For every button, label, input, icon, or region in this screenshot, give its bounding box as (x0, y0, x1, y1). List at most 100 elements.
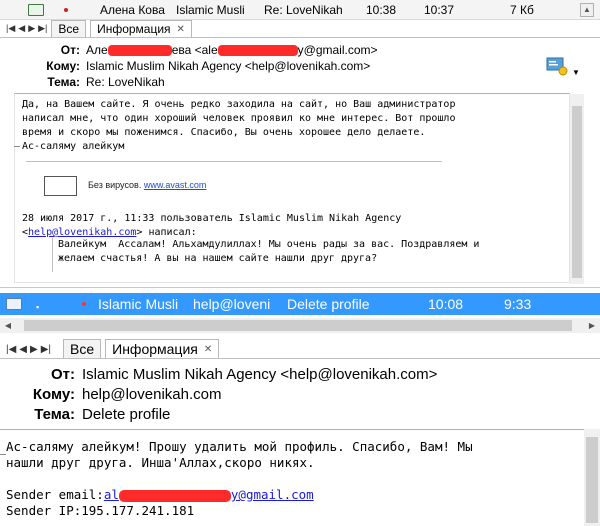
quote-marker (14, 146, 20, 147)
sender-email-label: Sender email: (6, 487, 104, 502)
close-icon[interactable]: ✕ (177, 24, 185, 35)
message-body: Ас-саляму алейкум! Прошу удалить мой про… (6, 439, 473, 519)
tab-nav-arrows[interactable]: |◀ ◀ ▶ ▶| (0, 23, 47, 34)
last-icon[interactable]: ▶| (41, 344, 51, 355)
tab-all[interactable]: Все (63, 339, 102, 358)
quote-author-email-link[interactable]: help@lovenikah.com (28, 227, 136, 238)
message-list-row-selected[interactable]: ▪ Islamic Musli help@loveni Delete profi… (0, 293, 600, 315)
sender-email-line: Sender email:al y@gmail.com (6, 487, 473, 503)
to-row: Кому: help@lovenikah.com (0, 386, 222, 406)
red-dot-icon (82, 302, 86, 306)
red-dot-icon (64, 8, 68, 12)
tab-info-label: Информация (97, 22, 171, 36)
tab-all-label: Все (58, 22, 80, 36)
body-line: Да, на Вашем сайте. Я очень редко заходи… (22, 99, 456, 110)
body-scrollbar[interactable] (570, 94, 584, 284)
subject-label: Тема: (34, 406, 75, 423)
message-window-1: Алена Кова Islamic Musli Re: LoveNikah 1… (0, 0, 600, 286)
first-icon[interactable]: |◀ (6, 344, 16, 355)
list-from-address: help@loveni (193, 296, 271, 312)
quote-header-after: > написал: (136, 227, 197, 238)
message-window-2: ▪ Islamic Musli help@loveni Delete profi… (0, 287, 600, 526)
body-line: время и скоро мы поженимся. Спасибо, Вы … (22, 127, 426, 138)
to-row: Кому: Islamic Muslim Nikah Agency <help@… (0, 59, 370, 75)
quoted-text: Валейкум Ассалам! Альхамдулиллах! Мы оче… (58, 238, 479, 266)
scrollbar-thumb[interactable] (586, 437, 598, 523)
to-label: Кому: (46, 59, 80, 73)
sender-email-end: y@gmail.com (230, 487, 314, 502)
redaction-mark (107, 45, 172, 57)
scrollbar-thumb[interactable] (24, 320, 572, 331)
prev-icon[interactable]: ◀ (18, 23, 25, 34)
last-icon[interactable]: ▶| (38, 23, 47, 34)
next-icon[interactable]: ▶ (30, 344, 38, 355)
prev-icon[interactable]: ◀ (19, 344, 27, 355)
list-sender: Алена Кова (100, 3, 165, 17)
to-value: Islamic Muslim Nikah Agency <help@loveni… (86, 59, 371, 73)
next-icon[interactable]: ▶ (28, 23, 35, 34)
quote-header: 28 июля 2017 г., 11:33 пользователь Isla… (22, 212, 401, 240)
from-suffix: y@gmail.com> (297, 43, 378, 57)
from-value: Але ева <ale y@gmail.com> (86, 43, 378, 59)
contact-card-icon[interactable] (546, 56, 568, 76)
list-subject: Re: LoveNikah (264, 3, 343, 17)
scroll-left-icon[interactable]: ◀ (0, 318, 16, 333)
subject-row: Тема: Re: LoveNikah (0, 75, 165, 91)
tab-bar: |◀ ◀ ▶ ▶| Все Информация ✕ (0, 20, 600, 38)
redaction-mark (118, 489, 231, 502)
first-icon[interactable]: |◀ (6, 23, 15, 34)
to-value: help@lovenikah.com (82, 386, 222, 403)
from-middle: ева <ale (171, 43, 218, 57)
scroll-right-icon[interactable]: ▶ (584, 318, 600, 333)
from-label: От: (60, 43, 80, 57)
chevron-down-icon[interactable]: ▼ (572, 68, 580, 77)
list-recipient: Islamic Musli (176, 3, 245, 17)
body-line: Ас-саляму алейкум (22, 141, 125, 152)
redaction-mark (217, 45, 298, 57)
scrollbar-thumb[interactable] (572, 106, 582, 278)
subject-label: Тема: (47, 75, 80, 89)
list-sender: Islamic Musli (98, 296, 179, 312)
sender-email-link[interactable]: al y@gmail.com (104, 487, 314, 502)
list-time-received: 10:37 (424, 3, 455, 17)
subject-value: Delete profile (82, 406, 171, 423)
close-icon[interactable]: ✕ (204, 344, 212, 355)
tab-all-label: Все (70, 341, 95, 357)
signature-divider (26, 161, 442, 162)
from-label: От: (50, 366, 75, 383)
horizontal-scrollbar[interactable]: ◀ ▶ (0, 318, 600, 333)
tab-info[interactable]: Информация ✕ (105, 339, 220, 358)
from-value: Islamic Muslim Nikah Agency <help@loveni… (82, 366, 438, 383)
quote-marker (0, 454, 6, 455)
list-size: 7 Кб (510, 3, 534, 17)
avast-prefix: Без вирусов. (88, 180, 144, 190)
tab-info-label: Информация (112, 341, 198, 357)
list-time-sent: 10:38 (366, 3, 397, 17)
quote-line: Валейкум Ассалам! Альхамдулиллах! Мы оче… (58, 239, 480, 250)
tab-info[interactable]: Информация ✕ (90, 20, 192, 37)
dotted-marker: ▪ (36, 302, 40, 312)
subject-value: Re: LoveNikah (86, 75, 165, 89)
tab-bar: |◀ ◀ ▶ ▶| Все Информация ✕ (0, 339, 600, 359)
avast-notice: Без вирусов. www.avast.com (88, 180, 206, 190)
message-list-row[interactable]: Алена Кова Islamic Musli Re: LoveNikah 1… (0, 0, 600, 20)
quote-line: желаем счастья! А вы на нашем сайте нашл… (58, 253, 378, 264)
list-subject: Delete profile (287, 296, 370, 312)
list-time-sent: 10:08 (428, 296, 464, 312)
tab-nav-arrows[interactable]: |◀ ◀ ▶ ▶| (0, 344, 51, 355)
body-scrollbar[interactable] (584, 429, 600, 526)
avast-link[interactable]: www.avast.com (144, 180, 207, 190)
sender-ip-line: Sender IP:195.177.241.181 (6, 503, 195, 518)
tab-all[interactable]: Все (51, 20, 87, 37)
to-label: Кому: (32, 386, 75, 403)
list-time-received: 9:33 (504, 296, 532, 312)
from-prefix: Але (86, 43, 108, 57)
body-line: нашли друг друга. Инша'Аллах,скоро никях… (6, 455, 315, 470)
sender-email-start: al (103, 487, 119, 502)
from-row: От: Але ева <ale y@gmail.com> (0, 43, 378, 59)
message-body: Да, на Вашем сайте. Я очень редко заходи… (22, 98, 455, 154)
scroll-up-arrow-icon[interactable]: ▲ (580, 3, 594, 17)
avast-logo[interactable] (44, 176, 77, 196)
body-line: написал мне, что один хороший человек пр… (22, 113, 456, 124)
